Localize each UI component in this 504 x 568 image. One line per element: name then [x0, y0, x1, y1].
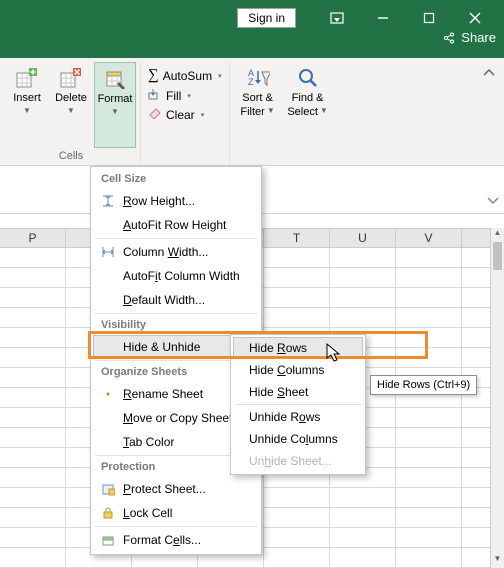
close-button[interactable] [452, 6, 498, 30]
protect-sheet-icon [99, 481, 117, 497]
format-button[interactable]: Format ▼ [94, 62, 136, 148]
submenu-unhide-sheet: Unhide Sheet... [233, 450, 363, 472]
submenu-hide-rows[interactable]: Hide Rows [233, 337, 363, 359]
submenu-hide-columns[interactable]: Hide Columns [233, 359, 363, 381]
signin-button[interactable]: Sign in [237, 8, 296, 28]
row-height-icon [99, 193, 117, 209]
autosum-button[interactable]: ∑ AutoSum ▾ [145, 66, 225, 85]
scroll-up-arrow[interactable]: ▲ [491, 228, 504, 242]
col-header[interactable]: U [330, 229, 396, 247]
menu-label: Tab Color [123, 435, 240, 449]
find-select-l1: Find & [292, 92, 324, 104]
group-label-cells: Cells [59, 148, 83, 165]
menu-label: Column Width... [123, 245, 253, 259]
chevron-down-icon: ▼ [320, 106, 328, 118]
col-header[interactable]: T [264, 229, 330, 247]
scroll-thumb[interactable] [493, 242, 502, 270]
fill-icon [148, 88, 162, 103]
menu-label: Hide Sheet [239, 385, 357, 399]
delete-label: Delete [55, 92, 87, 104]
maximize-button[interactable] [406, 6, 452, 30]
ribbon: Insert ▼ Delete ▼ Format ▼ Cells ∑ [0, 58, 504, 166]
delete-cells-icon [59, 66, 83, 90]
autosum-label: AutoSum [163, 69, 212, 83]
sort-filter-button[interactable]: AZ Sort & Filter▼ [234, 62, 282, 148]
menu-format-cells[interactable]: Format Cells... [93, 528, 259, 552]
expand-formula-bar[interactable] [486, 193, 500, 212]
menu-label: Row Height... [123, 194, 253, 208]
insert-button[interactable]: Insert ▼ [6, 62, 48, 148]
menu-label: Hide Columns [239, 363, 357, 377]
chevron-down-icon: ▾ [201, 111, 205, 119]
menu-autofit-row[interactable]: AutoFit Row Height [93, 213, 259, 237]
col-header[interactable]: V [396, 229, 462, 247]
menu-row-height[interactable]: Row Height... [93, 189, 259, 213]
delete-button[interactable]: Delete ▼ [50, 62, 92, 148]
svg-text:Z: Z [248, 77, 254, 87]
sort-filter-l2: Filter [240, 106, 264, 118]
menu-label: Default Width... [123, 293, 253, 307]
column-width-icon [99, 244, 117, 260]
menu-label: Hide & Unhide [123, 340, 240, 354]
menu-lock-cell[interactable]: Lock Cell [93, 501, 259, 525]
tooltip: Hide Rows (Ctrl+9) [370, 375, 477, 395]
sort-filter-icon: AZ [246, 66, 270, 90]
menu-label: Unhide Rows [239, 410, 357, 424]
chevron-down-icon: ▾ [187, 92, 191, 100]
menu-label: Protect Sheet... [123, 482, 253, 496]
scroll-down-arrow[interactable]: ▼ [491, 554, 504, 568]
menu-column-width[interactable]: Column Width... [93, 240, 259, 264]
submenu-unhide-columns[interactable]: Unhide Columns [233, 428, 363, 450]
insert-label: Insert [13, 92, 41, 104]
clear-label: Clear [166, 108, 195, 122]
format-cells-icon [99, 532, 117, 548]
submenu-unhide-rows[interactable]: Unhide Rows [233, 406, 363, 428]
menu-autofit-column[interactable]: AutoFit Column Width [93, 264, 259, 288]
titlebar: Sign in [0, 0, 504, 58]
sigma-icon: ∑ [148, 67, 159, 84]
editing-group: ∑ AutoSum ▾ Fill ▾ Clear ▾ [141, 62, 229, 165]
eraser-icon [148, 107, 162, 122]
menu-label: Format Cells... [123, 533, 253, 547]
menu-protect-sheet[interactable]: Protect Sheet... [93, 477, 259, 501]
vertical-scrollbar[interactable]: ▲ ▼ [490, 228, 504, 568]
chevron-down-icon: ▼ [67, 106, 75, 115]
format-icon [103, 67, 127, 91]
chevron-down-icon: ▾ [218, 72, 222, 80]
format-label: Format [98, 93, 133, 105]
cells-group: Insert ▼ Delete ▼ Format ▼ Cells [2, 62, 141, 165]
lock-cell-icon [99, 505, 117, 521]
col-header[interactable]: P [0, 229, 66, 247]
share-button[interactable]: Share [442, 30, 496, 45]
menu-label: Lock Cell [123, 506, 253, 520]
find-select-button[interactable]: Find & Select▼ [284, 62, 332, 148]
menu-label: AutoFit Row Height [123, 218, 253, 232]
chevron-down-icon: ▼ [267, 106, 275, 118]
chevron-down-icon: ▼ [111, 107, 119, 116]
insert-cells-icon [15, 66, 39, 90]
minimize-button[interactable] [360, 6, 406, 30]
clear-button[interactable]: Clear ▾ [145, 106, 225, 123]
sort-filter-l1: Sort & [242, 92, 273, 104]
chevron-down-icon: ▼ [23, 106, 31, 115]
share-label: Share [461, 30, 496, 45]
fill-label: Fill [166, 89, 181, 103]
menu-header-cell-size: Cell Size [93, 169, 259, 189]
menu-header-visibility: Visibility [93, 315, 259, 335]
menu-label: AutoFit Column Width [123, 269, 253, 283]
menu-default-width[interactable]: Default Width... [93, 288, 259, 312]
hide-unhide-submenu: Hide Rows Hide Columns Hide Sheet Unhide… [230, 334, 366, 475]
menu-label: Unhide Columns [239, 432, 357, 446]
ribbon-display-options[interactable] [314, 6, 360, 30]
find-select-l2: Select [287, 106, 318, 118]
collapse-ribbon-button[interactable] [482, 62, 502, 165]
submenu-hide-sheet[interactable]: Hide Sheet [233, 381, 363, 403]
menu-label: Unhide Sheet... [239, 454, 357, 468]
menu-label: Hide Rows [239, 341, 357, 355]
find-select-icon [296, 66, 320, 90]
fill-button[interactable]: Fill ▾ [145, 87, 225, 104]
